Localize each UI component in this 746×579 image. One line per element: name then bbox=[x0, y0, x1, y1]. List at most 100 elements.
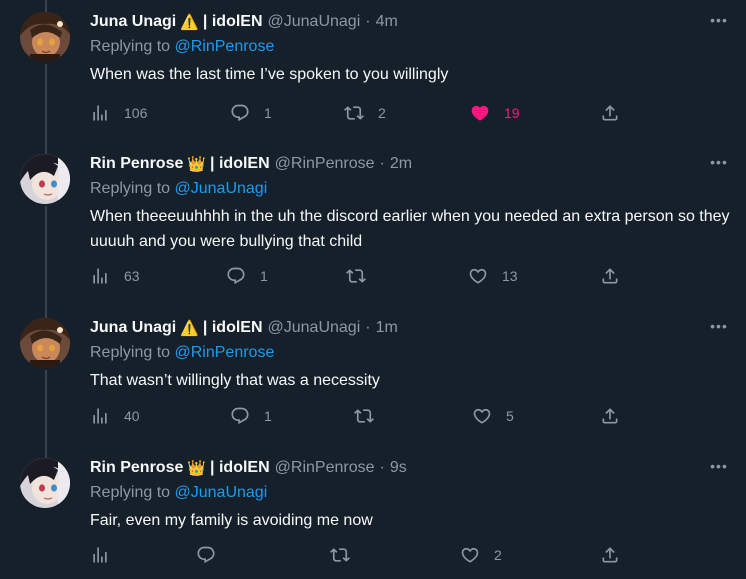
replying-to: Replying to @JunaUnagi bbox=[90, 484, 730, 506]
share-button[interactable] bbox=[600, 543, 620, 567]
timestamp[interactable]: 1m bbox=[376, 319, 398, 337]
crown-badge-icon: 👑 bbox=[187, 460, 207, 477]
tweet[interactable]: Rin Penrose 👑 | idolEN @RinPenrose · 9s … bbox=[0, 446, 746, 579]
author-name[interactable]: Juna Unagi bbox=[90, 13, 176, 31]
like-button[interactable]: 2 bbox=[460, 543, 502, 567]
share-icon bbox=[602, 547, 618, 563]
analytics-icon bbox=[93, 268, 107, 284]
mention-link[interactable]: @JunaUnagi bbox=[175, 484, 268, 501]
author-name[interactable]: Juna Unagi bbox=[90, 319, 176, 337]
more-options-icon[interactable]: ••• bbox=[708, 154, 730, 170]
warning-badge-icon: ⚠️ bbox=[180, 14, 199, 31]
action-bar: 63 1 13 bbox=[90, 264, 630, 288]
timestamp[interactable]: 2m bbox=[390, 155, 412, 173]
action-bar: 2 bbox=[90, 543, 630, 567]
mention-link[interactable]: @RinPenrose bbox=[175, 38, 275, 55]
replying-to: Replying to @JunaUnagi bbox=[90, 180, 730, 202]
views-button[interactable]: 106 bbox=[90, 101, 147, 125]
share-button[interactable] bbox=[600, 264, 620, 288]
mention-link[interactable]: @RinPenrose bbox=[175, 344, 275, 361]
replying-to-label: Replying to bbox=[90, 484, 171, 501]
reply-count: 1 bbox=[260, 268, 268, 284]
tweet[interactable]: Juna Unagi ⚠️ | idolEN @JunaUnagi · 4m •… bbox=[0, 0, 746, 140]
reply-count: 1 bbox=[264, 105, 272, 121]
replying-to-label: Replying to bbox=[90, 344, 171, 361]
author-name[interactable]: Rin Penrose bbox=[90, 155, 183, 173]
tweet-text: When theeeuuhhhh in the uh the discord e… bbox=[90, 208, 730, 250]
reply-icon bbox=[227, 267, 245, 285]
like-button[interactable]: 13 bbox=[468, 264, 518, 288]
author-name[interactable]: Rin Penrose bbox=[90, 459, 183, 477]
replying-to-label: Replying to bbox=[90, 180, 171, 197]
views-count: 63 bbox=[124, 268, 140, 284]
heart-icon bbox=[469, 268, 487, 284]
separator-dot: · bbox=[365, 319, 371, 336]
author-suffix[interactable]: | idolEN bbox=[203, 319, 263, 337]
retweet-button[interactable] bbox=[330, 543, 350, 567]
reply-button[interactable]: 1 bbox=[230, 404, 272, 428]
replying-to: Replying to @RinPenrose bbox=[90, 38, 730, 60]
retweet-button[interactable]: 2 bbox=[344, 101, 386, 125]
avatar-juna[interactable] bbox=[20, 12, 70, 62]
tweet[interactable]: Juna Unagi ⚠️ | idolEN @JunaUnagi · 1m •… bbox=[0, 306, 746, 442]
more-options-icon[interactable]: ••• bbox=[708, 12, 730, 28]
retweet-icon bbox=[354, 409, 374, 423]
reply-button[interactable] bbox=[196, 543, 216, 567]
avatar-rin[interactable] bbox=[20, 154, 70, 204]
separator-dot: · bbox=[379, 155, 385, 172]
action-bar: 106 1 2 19 bbox=[90, 101, 630, 125]
reply-icon bbox=[231, 407, 249, 425]
like-count: 19 bbox=[504, 105, 520, 121]
author-handle[interactable]: @JunaUnagi bbox=[268, 13, 361, 31]
like-button[interactable]: 19 bbox=[470, 101, 520, 125]
views-count: 40 bbox=[124, 408, 140, 424]
timestamp[interactable]: 9s bbox=[390, 459, 407, 477]
retweet-icon bbox=[344, 106, 364, 120]
author-suffix[interactable]: | idolEN bbox=[210, 155, 270, 173]
share-icon bbox=[602, 408, 618, 424]
heart-icon bbox=[461, 547, 479, 563]
reply-count: 1 bbox=[264, 408, 272, 424]
share-button[interactable] bbox=[600, 404, 620, 428]
views-button[interactable]: 40 bbox=[90, 404, 140, 428]
tweet-text: That wasn’t willingly that was a necessi… bbox=[90, 372, 380, 389]
author-handle[interactable]: @RinPenrose bbox=[275, 459, 375, 477]
share-icon bbox=[602, 268, 618, 284]
tweet[interactable]: Rin Penrose 👑 | idolEN @RinPenrose · 2m … bbox=[0, 142, 746, 302]
reply-button[interactable]: 1 bbox=[226, 264, 268, 288]
analytics-icon bbox=[93, 408, 107, 424]
reply-button[interactable]: 1 bbox=[230, 101, 272, 125]
replying-to: Replying to @RinPenrose bbox=[90, 344, 730, 366]
crown-badge-icon: 👑 bbox=[187, 156, 207, 173]
views-button[interactable]: 63 bbox=[90, 264, 140, 288]
more-options-icon[interactable]: ••• bbox=[708, 458, 730, 474]
retweet-count: 2 bbox=[378, 105, 386, 121]
author-suffix[interactable]: | idolEN bbox=[203, 13, 263, 31]
avatar-juna[interactable] bbox=[20, 318, 70, 368]
share-button[interactable] bbox=[600, 101, 620, 125]
heart-icon bbox=[473, 408, 491, 424]
analytics-icon bbox=[93, 105, 107, 121]
like-count: 13 bbox=[502, 268, 518, 284]
separator-dot: · bbox=[365, 13, 371, 30]
retweet-button[interactable] bbox=[346, 264, 380, 288]
more-options-icon[interactable]: ••• bbox=[708, 318, 730, 334]
action-bar: 40 1 5 bbox=[90, 404, 630, 428]
retweet-icon bbox=[346, 269, 366, 283]
author-suffix[interactable]: | idolEN bbox=[210, 459, 270, 477]
mention-link[interactable]: @JunaUnagi bbox=[175, 180, 268, 197]
reply-icon bbox=[197, 546, 215, 564]
like-button[interactable]: 5 bbox=[472, 404, 514, 428]
heart-filled-icon bbox=[471, 105, 489, 121]
views-button[interactable] bbox=[90, 543, 110, 567]
analytics-icon bbox=[93, 547, 107, 563]
avatar-rin[interactable] bbox=[20, 458, 70, 508]
author-handle[interactable]: @JunaUnagi bbox=[268, 319, 361, 337]
separator-dot: · bbox=[379, 459, 385, 476]
warning-badge-icon: ⚠️ bbox=[180, 320, 199, 337]
replying-to-label: Replying to bbox=[90, 38, 171, 55]
author-handle[interactable]: @RinPenrose bbox=[275, 155, 375, 173]
retweet-button[interactable] bbox=[354, 404, 388, 428]
retweet-icon bbox=[330, 548, 350, 562]
timestamp[interactable]: 4m bbox=[376, 13, 398, 31]
